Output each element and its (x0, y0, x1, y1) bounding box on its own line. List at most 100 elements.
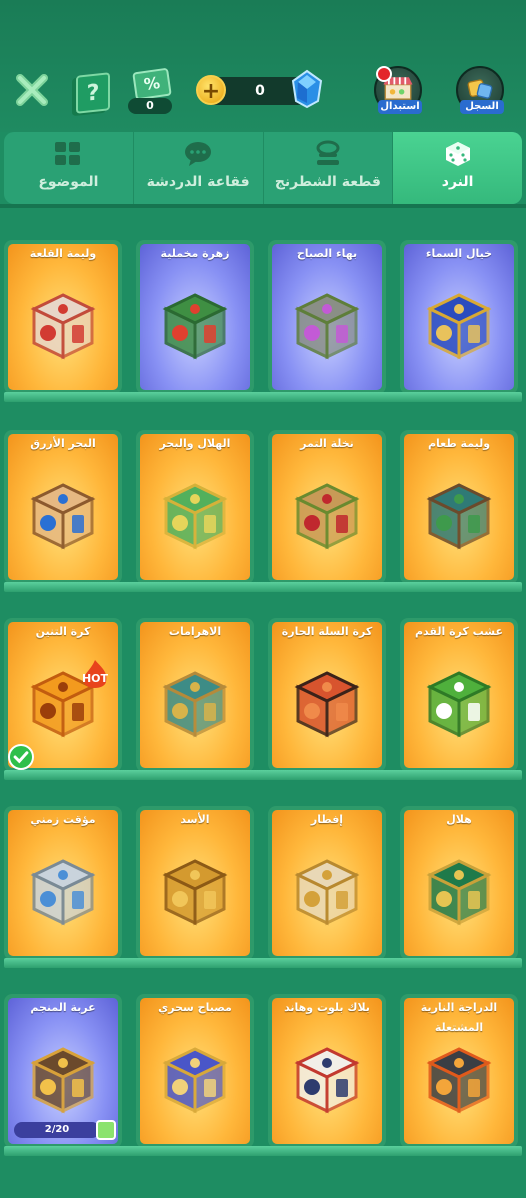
dice-icon (30, 1047, 96, 1114)
dice-card[interactable]: وليمة طعام (400, 430, 518, 584)
svg-text:HOT: HOT (82, 672, 109, 685)
dice-card[interactable]: خيال السماء (400, 240, 518, 394)
dice-card[interactable]: هلال (400, 806, 518, 960)
dice-card-background: عربة المنجم 2/20 (8, 998, 118, 1144)
notification-dot (376, 66, 392, 82)
dice-icon (162, 483, 228, 550)
record-button[interactable]: السجل (456, 66, 504, 114)
dice-card-background: وليمة طعام (404, 434, 514, 580)
tab-chess-piece[interactable]: قطعة الشطرنج (264, 132, 394, 204)
exchange-button[interactable]: استبدال (374, 66, 422, 114)
gem-amount: 0 (255, 83, 265, 99)
dice-card-background: هلال (404, 810, 514, 956)
shelf (4, 392, 522, 402)
dice-card[interactable]: بلاك بلوت وهاند (268, 994, 386, 1148)
dice-title: الدراجة النارية المشتعلة (420, 1001, 498, 1034)
tab-dice[interactable]: النرد (393, 132, 522, 204)
dice-title: بهاء الصباح (296, 247, 358, 260)
dice-icon (426, 483, 492, 550)
help-button[interactable]: ? (76, 72, 110, 114)
dice-card-background: مؤقت زمني (8, 810, 118, 956)
gem-icon (291, 69, 323, 109)
dice-card[interactable]: مؤقت زمني (4, 806, 122, 960)
record-label: السجل (460, 100, 504, 114)
dice-card-background: نخلة التمر (272, 434, 382, 580)
dice-card[interactable]: الهلال والبحر (136, 430, 254, 584)
dice-title: زهرة مخملية (160, 247, 230, 260)
theme-icon (55, 142, 81, 165)
dice-title: الأسد (180, 813, 210, 826)
dice-card-background: كرة السلة الحارة (272, 622, 382, 768)
dice-card-background: خيال السماء (404, 244, 514, 390)
shelf (4, 770, 522, 780)
dice-icon (426, 671, 492, 738)
dice-icon (294, 859, 360, 926)
collection-progress: 2/20 (14, 1122, 100, 1138)
dice-title: كرة السلة الحارة (281, 625, 373, 638)
dice-icon (294, 671, 360, 738)
dice-card[interactable]: كرة التنين HOT (4, 618, 122, 772)
dice-title: الهلال والبحر (159, 437, 231, 450)
dice-icon (30, 293, 96, 360)
dice-card[interactable]: البحر الأزرق (4, 430, 122, 584)
dice-title: الاهرامات (168, 625, 222, 638)
dice-card-background: إفطار (272, 810, 382, 956)
dice-title: إفطار (310, 813, 344, 826)
dice-card[interactable]: زهرة مخملية (136, 240, 254, 394)
dice-icon (30, 859, 96, 926)
close-icon[interactable] (14, 72, 50, 108)
dice-icon (162, 859, 228, 926)
dice-title: كرة التنين (35, 625, 91, 638)
dice-row: عشب كرة القدم كرة السلة الحارة الاهرامات كر… (0, 618, 526, 806)
discount-button[interactable]: % 0 (128, 67, 172, 114)
dice-card[interactable]: إفطار (268, 806, 386, 960)
add-gems-button[interactable]: + (196, 75, 226, 105)
shelf (4, 582, 522, 592)
dice-grid: خيال السماء بهاء الصباح زهرة مخملية وليمة ا… (0, 208, 526, 1198)
dice-card[interactable]: كرة السلة الحارة (268, 618, 386, 772)
tab-theme[interactable]: الموضوع (4, 132, 134, 204)
dice-row: خيال السماء بهاء الصباح زهرة مخملية وليمة ا… (0, 240, 526, 428)
shelf (4, 1146, 522, 1156)
dice-title: عربة المنجم (30, 1001, 96, 1014)
dice-icon (426, 293, 492, 360)
dice-card[interactable]: عربة المنجم 2/20 (4, 994, 122, 1148)
dice-card[interactable]: الدراجة النارية المشتعلة (400, 994, 518, 1148)
dice-card[interactable]: الأسد (136, 806, 254, 960)
chat-bubble-icon (185, 142, 212, 166)
dice-card[interactable]: بهاء الصباح (268, 240, 386, 394)
dice-card[interactable]: وليمة القلعة (4, 240, 122, 394)
dice-card-background: الدراجة النارية المشتعلة (404, 998, 514, 1144)
dice-card[interactable]: نخلة التمر (268, 430, 386, 584)
dice-title: البحر الأزرق (30, 437, 96, 450)
tab-label: الموضوع (38, 174, 99, 190)
dice-card[interactable]: مصباح سحري (136, 994, 254, 1148)
dice-card-background: الاهرامات (140, 622, 250, 768)
dice-title: مصباح سحري (158, 1001, 232, 1014)
dice-title: بلاك بلوت وهاند (284, 1001, 370, 1014)
dice-title: وليمة طعام (427, 437, 491, 450)
dice-card-background: البحر الأزرق (8, 434, 118, 580)
tab-label: النرد (441, 174, 474, 190)
gem-balance: + 0 (196, 69, 323, 109)
dice-icon (294, 1047, 360, 1114)
tab-label: فقاعة الدردشة (146, 174, 250, 190)
dice-title: وليمة القلعة (29, 247, 97, 260)
dice-icon (426, 859, 492, 926)
dice-card[interactable]: عشب كرة القدم (400, 618, 518, 772)
chess-piece-icon (316, 140, 340, 165)
dice-card-background: وليمة القلعة (8, 244, 118, 390)
tab-chat-bubble[interactable]: فقاعة الدردشة (134, 132, 264, 204)
top-bar: ? % 0 + 0 استبدال السجل (0, 0, 526, 132)
discount-count: 0 (128, 98, 172, 114)
dice-card[interactable]: الاهرامات (136, 618, 254, 772)
dice-title: مؤقت زمني (30, 813, 96, 826)
dice-icon (30, 483, 96, 550)
question-mark-icon: ? (86, 79, 100, 107)
discount-ticket-icon: % (132, 67, 172, 101)
hot-badge: HOT (78, 658, 112, 692)
dice-card-background: مصباح سحري (140, 998, 250, 1144)
exchange-label: استبدال (378, 100, 422, 114)
dice-title: خيال السماء (425, 247, 493, 260)
selected-check-icon (8, 744, 34, 770)
